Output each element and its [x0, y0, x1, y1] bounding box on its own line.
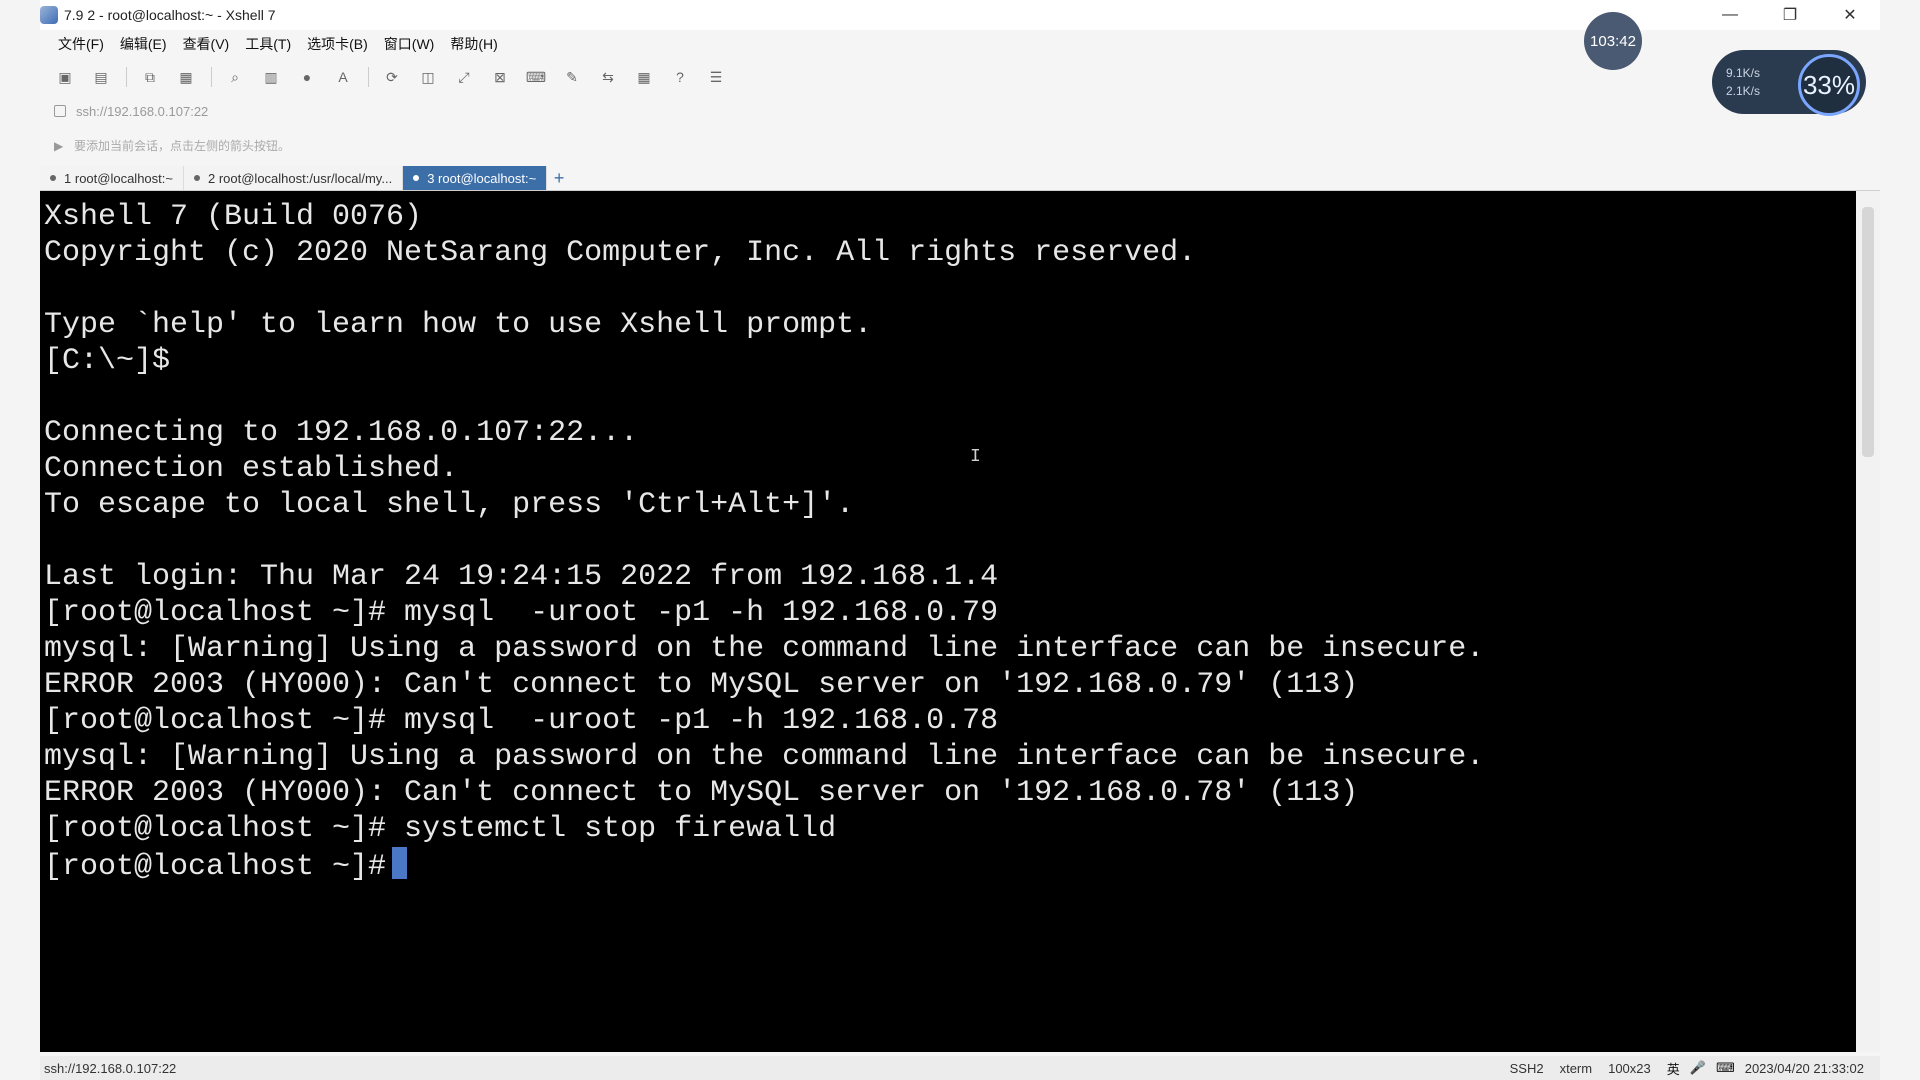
- status-size: 100x23: [1608, 1060, 1651, 1076]
- lock-icon: [54, 105, 66, 117]
- terminal-line: [C:\~]$: [44, 344, 171, 378]
- text-cursor: [392, 847, 408, 879]
- menu-file[interactable]: 文件(F): [58, 34, 104, 54]
- toolbar-separator: [211, 67, 212, 87]
- status-dot-icon: [50, 175, 56, 181]
- terminal-line: Last login: Thu Mar 24 19:24:15 2022 fro…: [44, 560, 999, 594]
- help-icon[interactable]: ?: [669, 66, 691, 88]
- find-icon[interactable]: ⌕: [224, 66, 246, 88]
- bookmark-icon: ▶: [54, 139, 64, 153]
- window-title: 7.9 2 - root@localhost:~ - Xshell 7: [64, 7, 276, 23]
- new-session-icon[interactable]: ▣: [54, 66, 76, 88]
- terminal-view[interactable]: Xshell 7 (Build 0076) Copyright (c) 2020…: [40, 191, 1856, 1052]
- mouse-ibeam-icon: I: [970, 447, 981, 467]
- terminal-line: [root@localhost ~]# mysql -uroot -p1 -h …: [44, 704, 999, 738]
- tab-number: 3: [427, 170, 435, 186]
- keyboard-icon[interactable]: ⌨: [525, 66, 547, 88]
- fullscreen-icon[interactable]: ⤢: [453, 66, 475, 88]
- terminal-line: ERROR 2003 (HY000): Can't connect to MyS…: [44, 776, 1359, 810]
- toolbar: ▣ ▤ ⧉ ▦ ⌕ ▥ ● A ⟳ ◫ ⤢ ⊠ ⌨ ✎ ⇆ ▦ ? ☰: [40, 60, 741, 94]
- terminal-line: mysql: [Warning] Using a password on the…: [44, 740, 1485, 774]
- address-text[interactable]: ssh://192.168.0.107:22: [76, 104, 208, 119]
- menu-edit[interactable]: 编辑(E): [120, 34, 167, 54]
- tab-3-active[interactable]: 3 root@localhost:~: [403, 166, 548, 190]
- upload-speed: 9.1K/s: [1726, 66, 1761, 80]
- usage-percent: 33%: [1798, 54, 1860, 116]
- status-terminal-type: xterm: [1559, 1060, 1593, 1076]
- terminal-prompt: [root@localhost ~]#: [44, 850, 387, 884]
- toolbar-separator: [368, 67, 369, 87]
- tab-number: 2: [207, 170, 216, 186]
- xshell-window: 7.9 2 - root@localhost:~ - Xshell 7 — ❐ …: [40, 0, 1880, 1080]
- tab-1[interactable]: 1 root@localhost:~: [40, 166, 184, 190]
- xshell-app-icon: [40, 6, 58, 24]
- close-button[interactable]: ✕: [1820, 0, 1880, 30]
- terminal-line: ERROR 2003 (HY000): Can't connect to MyS…: [44, 668, 1359, 702]
- screenshot-icon[interactable]: ◫: [417, 66, 439, 88]
- menu-tools[interactable]: 工具(T): [245, 34, 291, 54]
- ime-language[interactable]: 英: [1667, 1059, 1680, 1078]
- print-icon[interactable]: ▥: [260, 66, 282, 88]
- terminal-line: [root@localhost ~]# mysql -uroot -p1 -h …: [44, 596, 999, 630]
- tab-label: root@localhost:~: [74, 170, 173, 186]
- terminal-line: Type `help' to learn how to use Xshell p…: [44, 308, 873, 342]
- hint-text: 要添加当前会话，点击左侧的箭头按钮。: [74, 138, 291, 153]
- script-icon[interactable]: ✎: [561, 66, 583, 88]
- terminal-line: Copyright (c) 2020 NetSarang Computer, I…: [44, 236, 1197, 270]
- terminal-scrollbar[interactable]: [1856, 191, 1880, 1052]
- tab-number: 1: [64, 170, 72, 186]
- layout-icon[interactable]: ▦: [633, 66, 655, 88]
- lock-icon[interactable]: ⊠: [489, 66, 511, 88]
- tab-label: root@localhost:~: [438, 170, 537, 186]
- open-icon[interactable]: ▤: [90, 66, 112, 88]
- tab-2[interactable]: 2 root@localhost:/usr/local/my...: [183, 166, 404, 190]
- menu-window[interactable]: 窗口(W): [384, 34, 435, 54]
- window-controls: — ❐ ✕: [1700, 0, 1880, 30]
- terminal-line: Connecting to 192.168.0.107:22...: [44, 416, 639, 450]
- chat-icon[interactable]: ☰: [705, 66, 727, 88]
- speed-readouts: 9.1K/s 2.1K/s: [1726, 64, 1760, 100]
- terminal-line: [root@localhost ~]# systemctl stop firew…: [44, 812, 837, 846]
- mic-icon[interactable]: 🎤: [1690, 1060, 1706, 1076]
- terminal-line: mysql: [Warning] Using a password on the…: [44, 632, 1485, 666]
- address-bar[interactable]: ssh://192.168.0.107:22: [54, 100, 1814, 122]
- session-tabs: 1 root@localhost:~ 2 root@localhost:/usr…: [40, 164, 1880, 191]
- hint-bar: ▶ 要添加当前会话，点击左侧的箭头按钮。: [54, 134, 290, 156]
- maximize-button[interactable]: ❐: [1760, 0, 1820, 30]
- paste-icon[interactable]: ▦: [175, 66, 197, 88]
- minimize-button[interactable]: —: [1700, 0, 1760, 30]
- terminal-line: To escape to local shell, press 'Ctrl+Al…: [44, 488, 855, 522]
- download-speed: 2.1K/s: [1726, 84, 1761, 98]
- transfer-icon[interactable]: ⇆: [597, 66, 619, 88]
- recording-timer: 103:42: [1584, 12, 1642, 70]
- system-datetime: 2023/04/20 21:33:02: [1744, 1060, 1864, 1076]
- status-bar: ssh://192.168.0.107:22 SSH2 xterm 100x23…: [40, 1056, 1880, 1080]
- copy-icon[interactable]: ⧉: [139, 66, 161, 88]
- terminal-line: Connection established.: [44, 452, 459, 486]
- network-speed-widget: 9.1K/s 2.1K/s 33%: [1712, 50, 1866, 116]
- keyboard-icon[interactable]: ⌨: [1716, 1060, 1735, 1076]
- add-tab-button[interactable]: +: [547, 166, 571, 190]
- menu-tabs[interactable]: 选项卡(B): [307, 34, 368, 54]
- status-right: SSH2 xterm 100x23 英 🎤 ⌨ 2023/04/20 21:33…: [1510, 1059, 1880, 1078]
- status-dot-icon: [413, 175, 420, 181]
- status-dot-icon: [193, 175, 200, 181]
- globe-icon[interactable]: ●: [296, 66, 318, 88]
- refresh-icon[interactable]: ⟳: [381, 66, 403, 88]
- menu-view[interactable]: 查看(V): [183, 34, 230, 54]
- status-connection: ssh://192.168.0.107:22: [44, 1060, 177, 1076]
- menu-help[interactable]: 帮助(H): [450, 34, 497, 54]
- status-protocol: SSH2: [1509, 1060, 1544, 1076]
- terminal-line: Xshell 7 (Build 0076): [44, 200, 423, 234]
- font-icon[interactable]: A: [332, 66, 354, 88]
- toolbar-separator: [126, 67, 127, 87]
- scroll-thumb[interactable]: [1862, 207, 1874, 457]
- tab-label: root@localhost:/usr/local/my...: [218, 170, 393, 186]
- menu-bar: 文件(F) 编辑(E) 查看(V) 工具(T) 选项卡(B) 窗口(W) 帮助(…: [40, 30, 514, 58]
